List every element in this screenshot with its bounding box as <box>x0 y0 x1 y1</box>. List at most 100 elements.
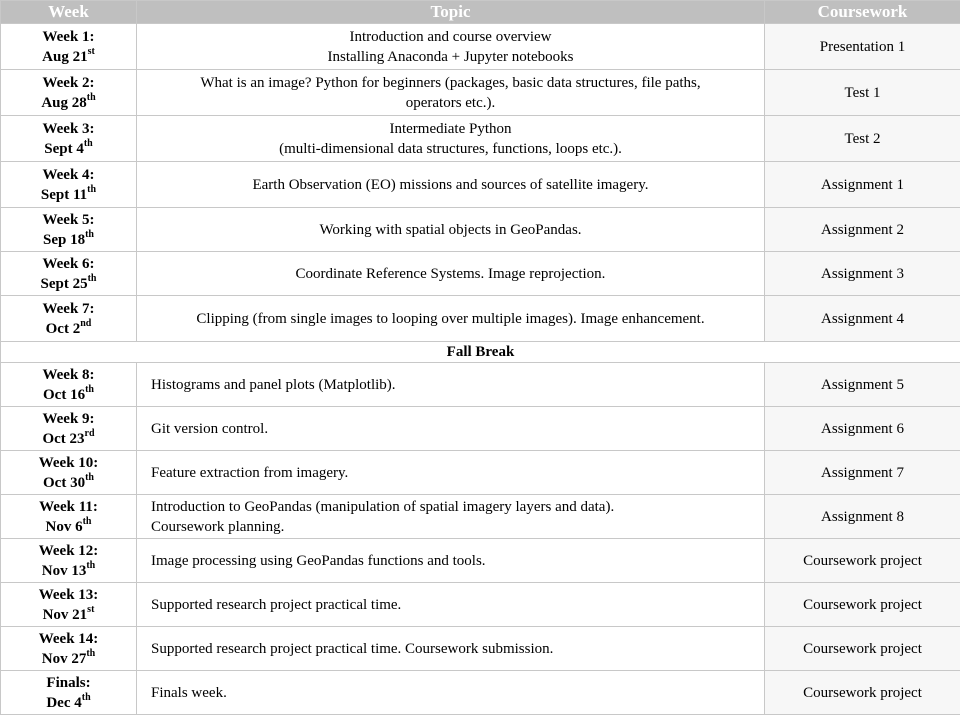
week-date-text: Sept 11 <box>40 186 88 203</box>
week-cell: Week 13: Nov 21st <box>0 582 137 627</box>
table-row: Week 11: Nov 6th Introduction to GeoPandas… <box>0 494 960 539</box>
topic-cell: Introduction and course overview Installi… <box>136 23 765 70</box>
week-label: Week 1: <box>42 28 95 45</box>
week-date-suffix: th <box>87 272 97 284</box>
week-cell: Week 4: Sept 11th <box>0 161 137 208</box>
week-label: Week 2: <box>42 74 95 91</box>
week-date-text: Aug 21 <box>42 48 88 65</box>
topic-line: Git version control. <box>151 420 269 437</box>
week-date-text: Oct 16 <box>43 386 86 403</box>
topic-line: Introduction and course overview <box>349 28 552 45</box>
week-date-text: Dec 4 <box>46 694 82 711</box>
topic-cell: Image processing using GeoPandas functio… <box>136 538 765 583</box>
week-date: Oct 30th <box>1 471 136 493</box>
week-label: Week 5: <box>42 211 95 228</box>
topic-cell: Git version control. <box>136 406 765 451</box>
topic-cell: Clipping (from single images to looping … <box>136 295 765 342</box>
week-cell: Week 10: Oct 30th <box>0 450 137 495</box>
coursework-cell: Coursework project <box>764 626 960 671</box>
week-cell: Week 6: Sept 25th <box>0 251 137 296</box>
week-date-suffix: th <box>86 91 96 103</box>
week-date-suffix: th <box>81 691 91 703</box>
week-date: Aug 28th <box>1 91 136 113</box>
coursework-cell: Coursework project <box>764 670 960 715</box>
week-date-suffix: th <box>87 183 97 195</box>
week-date-text: Oct 23 <box>42 430 85 447</box>
topic-line: Supported research project practical tim… <box>151 596 402 613</box>
table-row: Week 9: Oct 23rd Git version control. Assig… <box>0 406 960 451</box>
header-topic: Topic <box>136 0 765 24</box>
coursework-cell: Assignment 6 <box>764 406 960 451</box>
week-cell: Week 2: Aug 28th <box>0 69 137 116</box>
week-cell: Finals: Dec 4th <box>0 670 137 715</box>
topic-line: operators etc.). <box>405 94 496 111</box>
topic-cell: Supported research project practical tim… <box>136 626 765 671</box>
topic-line: Introduction to GeoPandas (manipulation … <box>151 498 615 515</box>
week-date: Sept 25th <box>1 272 136 294</box>
week-label: Week 12: <box>38 542 99 559</box>
topic-line: Intermediate Python <box>389 120 512 137</box>
topic-line: Clipping (from single images to looping … <box>196 310 705 327</box>
coursework-cell: Assignment 1 <box>764 161 960 208</box>
week-label: Week 6: <box>42 255 95 272</box>
week-date: Nov 27th <box>1 647 136 669</box>
coursework-cell: Assignment 5 <box>764 362 960 407</box>
coursework-cell: Presentation 1 <box>764 23 960 70</box>
topic-cell: Supported research project practical tim… <box>136 582 765 627</box>
topic-line: Coordinate Reference Systems. Image repr… <box>295 265 606 282</box>
topic-cell: Histograms and panel plots (Matplotlib). <box>136 362 765 407</box>
table-row: Week 8: Oct 16th Histograms and panel plot… <box>0 362 960 407</box>
week-label: Finals: <box>46 674 91 691</box>
table-row: Week 5: Sep 18th Working with spatial obje… <box>0 207 960 252</box>
week-label: Week 10: <box>38 454 99 471</box>
schedule-table: Week Topic Coursework Week 1: Aug 21st Int… <box>0 0 960 715</box>
table-row: Week 2: Aug 28th What is an image? Python … <box>0 69 960 116</box>
week-date: Dec 4th <box>1 691 136 713</box>
week-date-suffix: th <box>86 647 96 659</box>
topic-line: Earth Observation (EO) missions and sour… <box>252 176 649 193</box>
topic-line: Working with spatial objects in GeoPanda… <box>319 221 582 238</box>
break-section: Fall Break <box>0 341 960 363</box>
week-date-suffix: th <box>85 471 94 483</box>
topic-cell: What is an image? Python for beginners (… <box>136 69 765 116</box>
topic-cell: Coordinate Reference Systems. Image repr… <box>136 251 765 296</box>
topic-line: Coursework planning. <box>151 518 285 535</box>
week-cell: Week 5: Sep 18th <box>0 207 137 252</box>
coursework-cell: Test 1 <box>764 69 960 116</box>
week-date: Sept 11th <box>1 183 136 205</box>
week-cell: Week 11: Nov 6th <box>0 494 137 539</box>
week-date-text: Nov 6 <box>45 518 83 535</box>
topic-line: (multi-dimensional data structures, func… <box>279 140 622 157</box>
topic-cell: Earth Observation (EO) missions and sour… <box>136 161 765 208</box>
topic-line: Feature extraction from imagery. <box>151 464 349 481</box>
schedule-body-after-break: Week 8: Oct 16th Histograms and panel plot… <box>0 362 960 715</box>
fall-break-label: Fall Break <box>0 341 960 363</box>
table-row: Week 10: Oct 30th Feature extraction from … <box>0 450 960 495</box>
table-row: Week 4: Sept 11th Earth Observation (EO) m… <box>0 161 960 208</box>
topic-cell: Feature extraction from imagery. <box>136 450 765 495</box>
header-row: Week Topic Coursework <box>0 0 960 24</box>
week-date-text: Nov 21 <box>42 606 88 623</box>
coursework-cell: Assignment 7 <box>764 450 960 495</box>
week-date: Nov 13th <box>1 560 136 581</box>
week-label: Week 7: <box>42 300 95 317</box>
week-label: Week 14: <box>38 630 99 647</box>
topic-cell: Introduction to GeoPandas (manipulation … <box>136 494 765 539</box>
week-cell: Week 8: Oct 16th <box>0 362 137 407</box>
coursework-cell: Assignment 3 <box>764 251 960 296</box>
table-row: Week 7: Oct 2nd Clipping (from single imag… <box>0 295 960 342</box>
week-date-text: Sept 25 <box>40 275 88 292</box>
header-week: Week <box>0 0 137 24</box>
week-cell: Week 7: Oct 2nd <box>0 295 137 342</box>
coursework-cell: Coursework project <box>764 538 960 583</box>
topic-line: Image processing using GeoPandas functio… <box>151 552 486 569</box>
week-date-text: Aug 28 <box>41 94 87 111</box>
coursework-cell: Coursework project <box>764 582 960 627</box>
week-date-text: Nov 27 <box>41 650 87 667</box>
week-date-suffix: th <box>83 137 93 149</box>
week-date-text: Sep 18 <box>43 231 86 248</box>
week-label: Week 11: <box>39 498 98 515</box>
break-row: Fall Break <box>0 341 960 363</box>
table-row: Week 13: Nov 21st Supported research proje… <box>0 582 960 627</box>
week-date-suffix: th <box>85 228 94 240</box>
